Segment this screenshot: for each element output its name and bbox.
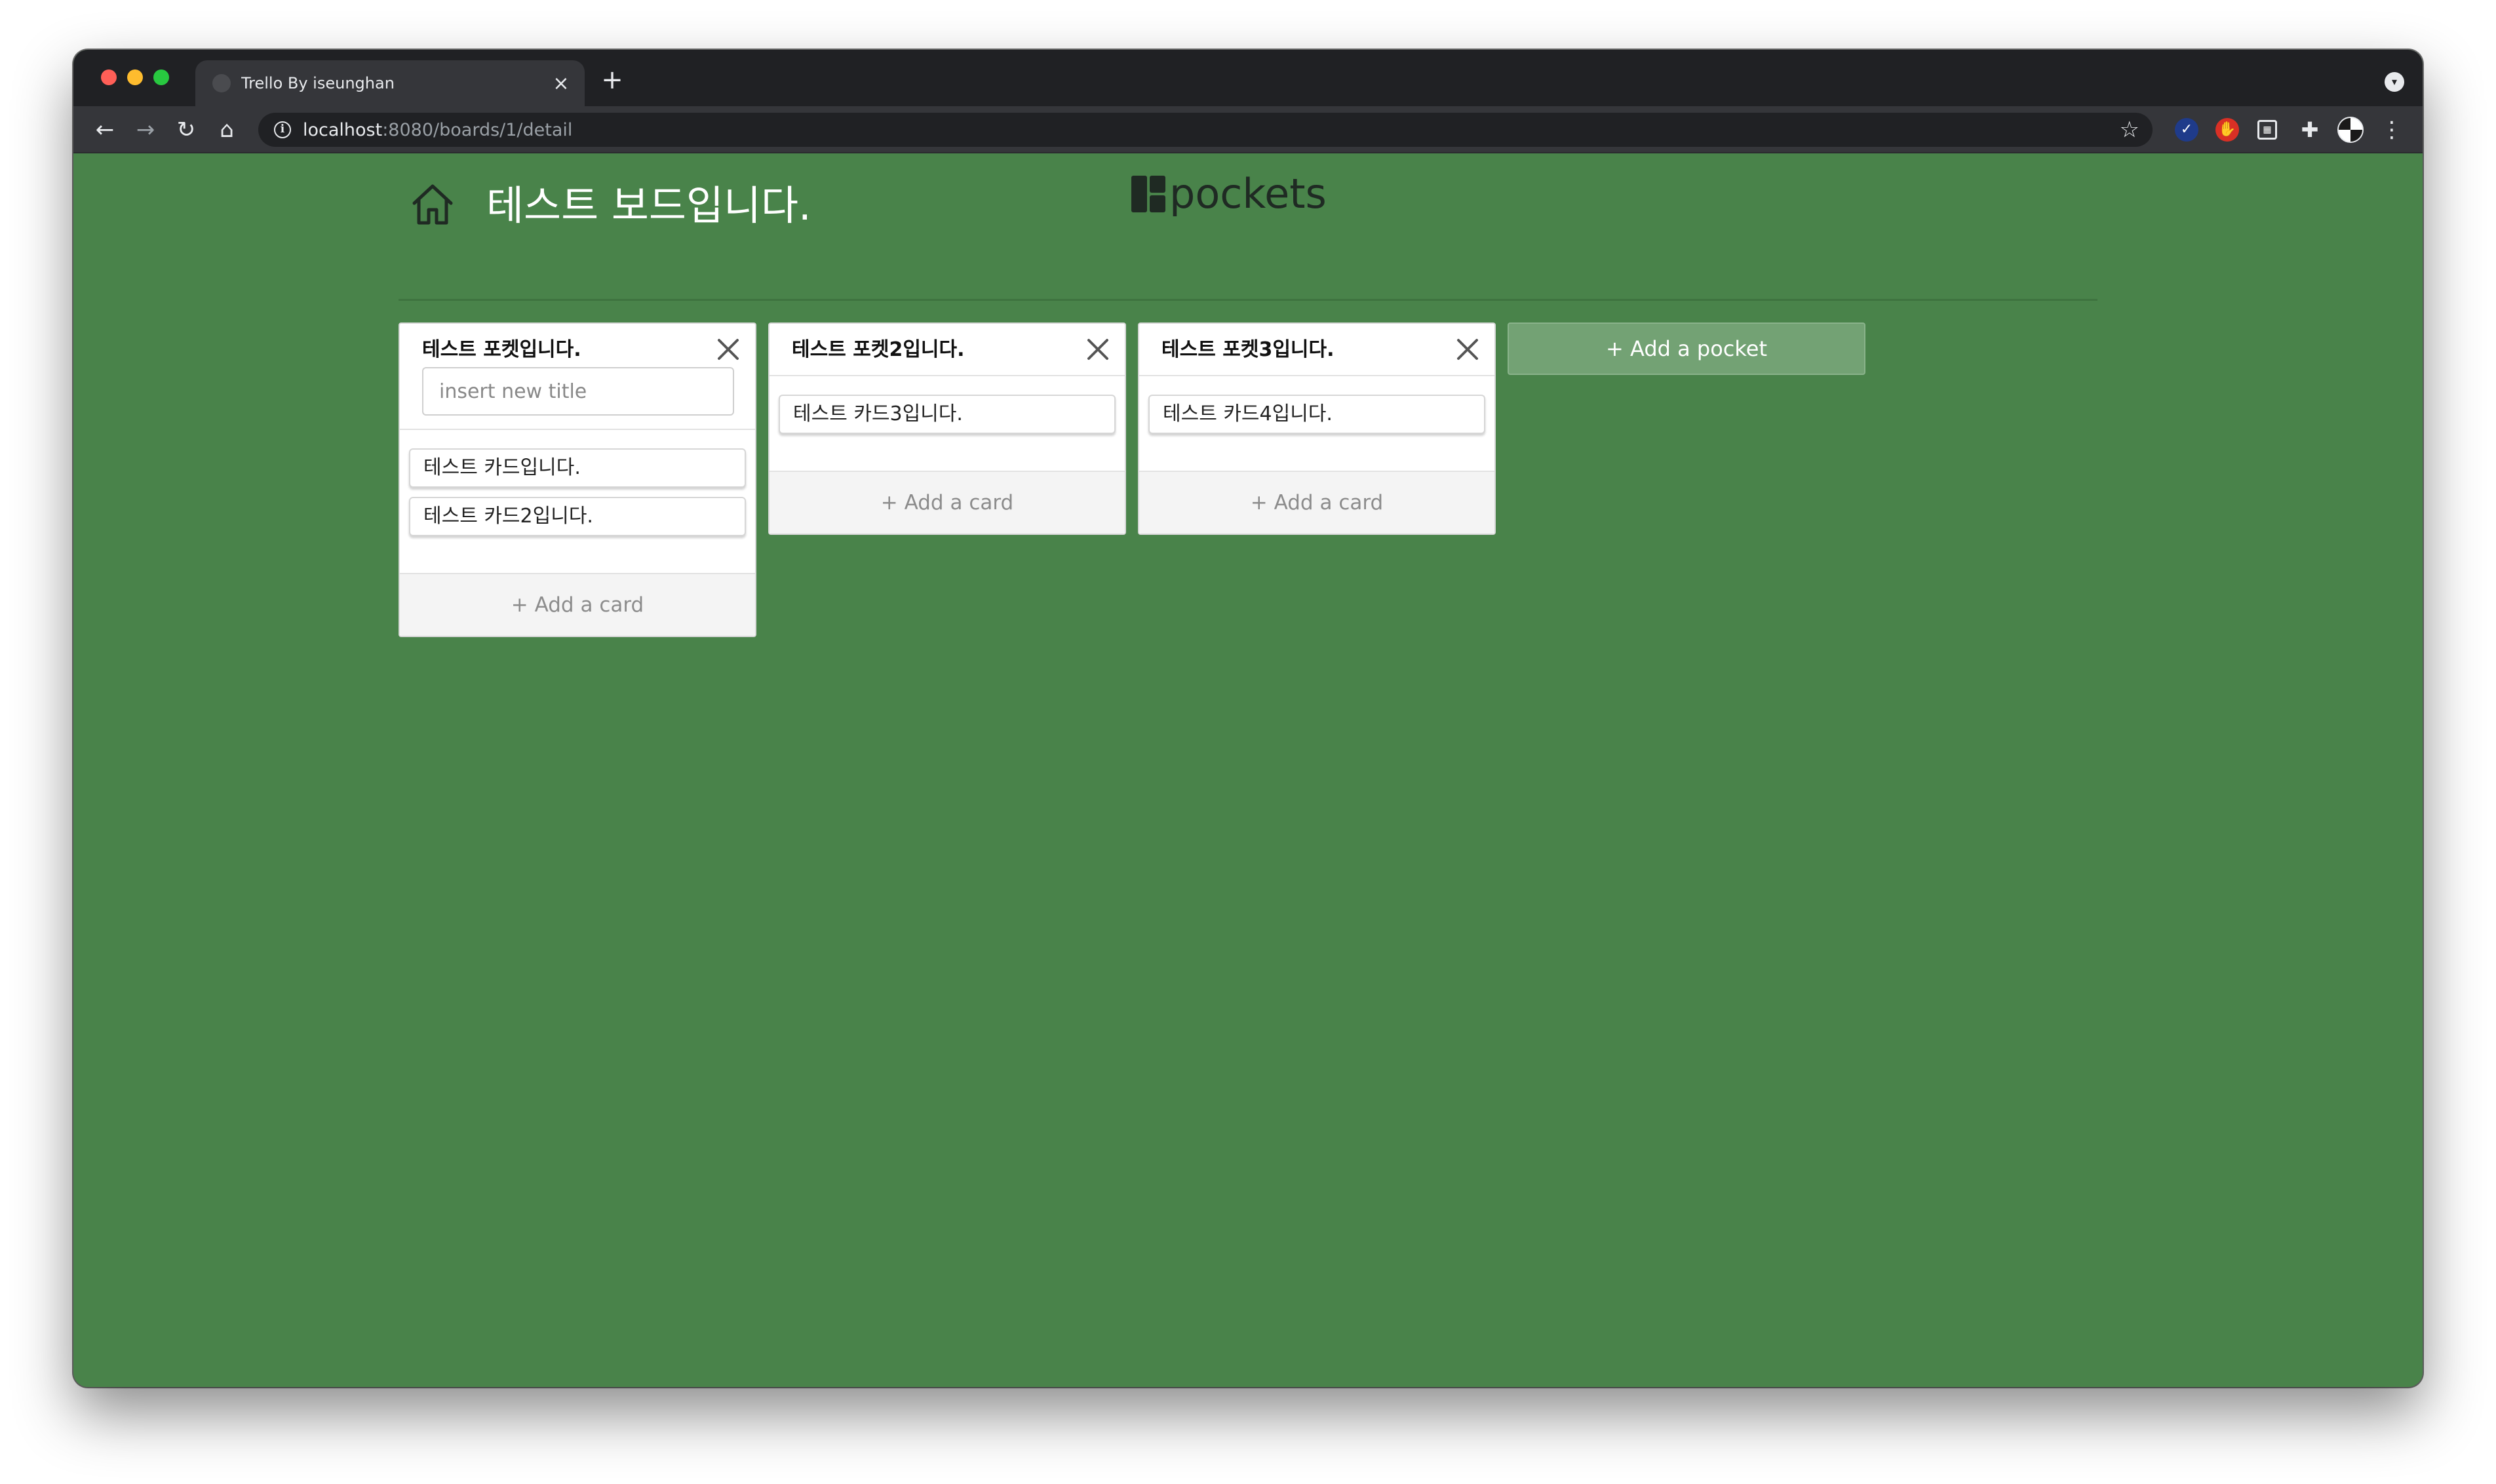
pocket-title[interactable]: 테스트 포켓2입니다. — [792, 337, 1102, 363]
tab-strip: Trello By iseunghan × + ▾ — [73, 50, 2423, 106]
board-page: 테스트 보드입니다. pockets 테스트 포켓입니다. 테스트 카드입니다.… — [73, 153, 2423, 1387]
extension-qr-icon[interactable]: ▦ — [2257, 120, 2277, 140]
pocket: 테스트 포켓3입니다. 테스트 카드4입니다. + Add a card — [1138, 322, 1496, 535]
close-icon[interactable] — [713, 334, 743, 364]
home-button[interactable]: ⌂ — [212, 115, 241, 144]
card-list: 테스트 카드4입니다. — [1139, 376, 1494, 472]
pocket-header: 테스트 포켓입니다. — [400, 324, 755, 430]
add-pocket-button[interactable]: + Add a pocket — [1508, 322, 1865, 375]
card-list: 테스트 카드3입니다. — [770, 376, 1125, 472]
card[interactable]: 테스트 카드3입니다. — [779, 395, 1116, 434]
browser-menu-icon[interactable]: ⋮ — [2381, 115, 2403, 144]
card-list: 테스트 카드입니다. 테스트 카드2입니다. — [400, 430, 755, 574]
maximize-window-button[interactable] — [153, 69, 169, 85]
back-button[interactable]: ← — [90, 115, 119, 144]
pocket-title[interactable]: 테스트 포켓입니다. — [422, 337, 733, 363]
pocket-title[interactable]: 테스트 포켓3입니다. — [1161, 337, 1472, 363]
reload-button[interactable]: ↻ — [172, 115, 201, 144]
card[interactable]: 테스트 카드4입니다. — [1148, 395, 1485, 434]
add-card-button[interactable]: + Add a card — [770, 472, 1125, 534]
extensions-puzzle-icon[interactable]: ✚ — [2298, 118, 2322, 142]
url-host: localhost — [303, 119, 383, 140]
close-window-button[interactable] — [101, 69, 117, 85]
favicon-icon — [212, 74, 231, 92]
add-card-button[interactable]: + Add a card — [400, 574, 755, 636]
add-card-button[interactable]: + Add a card — [1139, 472, 1494, 534]
site-info-icon[interactable]: i — [274, 121, 291, 138]
home-icon[interactable] — [409, 181, 456, 228]
minimize-window-button[interactable] — [127, 69, 143, 85]
tab-search-icon[interactable]: ▾ — [2385, 72, 2404, 92]
brand-name: pockets — [1169, 170, 1327, 218]
pockets-logo-icon — [1131, 176, 1165, 212]
close-icon[interactable] — [1083, 334, 1113, 364]
board-title[interactable]: 테스트 보드입니다. — [486, 180, 811, 232]
url-path: :8080/boards/1/detail — [382, 119, 573, 140]
header-divider — [399, 299, 2097, 301]
browser-toolbar: ← → ↻ ⌂ i localhost :8080/boards/1/detai… — [73, 106, 2423, 153]
profile-avatar[interactable] — [2337, 117, 2364, 143]
card[interactable]: 테스트 카드입니다. — [409, 448, 746, 488]
pocket-header: 테스트 포켓3입니다. — [1139, 324, 1494, 376]
extension-check-icon[interactable]: ✓ — [2175, 118, 2198, 142]
pocket: 테스트 포켓입니다. 테스트 카드입니다. 테스트 카드2입니다. + Add … — [399, 322, 756, 637]
new-tab-button[interactable]: + — [598, 66, 627, 94]
pocket-header: 테스트 포켓2입니다. — [770, 324, 1125, 376]
extension-hand-icon[interactable]: ✋ — [2215, 118, 2239, 142]
brand-logo[interactable]: pockets — [1131, 168, 1327, 220]
forward-button[interactable]: → — [131, 115, 160, 144]
tab-close-icon[interactable]: × — [548, 72, 574, 95]
browser-window: Trello By iseunghan × + ▾ ← → ↻ ⌂ i loca… — [73, 50, 2423, 1387]
card[interactable]: 테스트 카드2입니다. — [409, 497, 746, 536]
pocket: 테스트 포켓2입니다. 테스트 카드3입니다. + Add a card — [768, 322, 1126, 535]
address-bar[interactable]: i localhost :8080/boards/1/detail ☆ — [258, 113, 2153, 147]
bookmark-star-icon[interactable]: ☆ — [2120, 117, 2139, 143]
browser-tab[interactable]: Trello By iseunghan × — [195, 60, 585, 106]
pocket-title-input[interactable] — [422, 367, 734, 416]
close-icon[interactable] — [1453, 334, 1483, 364]
tab-title: Trello By iseunghan — [241, 74, 395, 92]
